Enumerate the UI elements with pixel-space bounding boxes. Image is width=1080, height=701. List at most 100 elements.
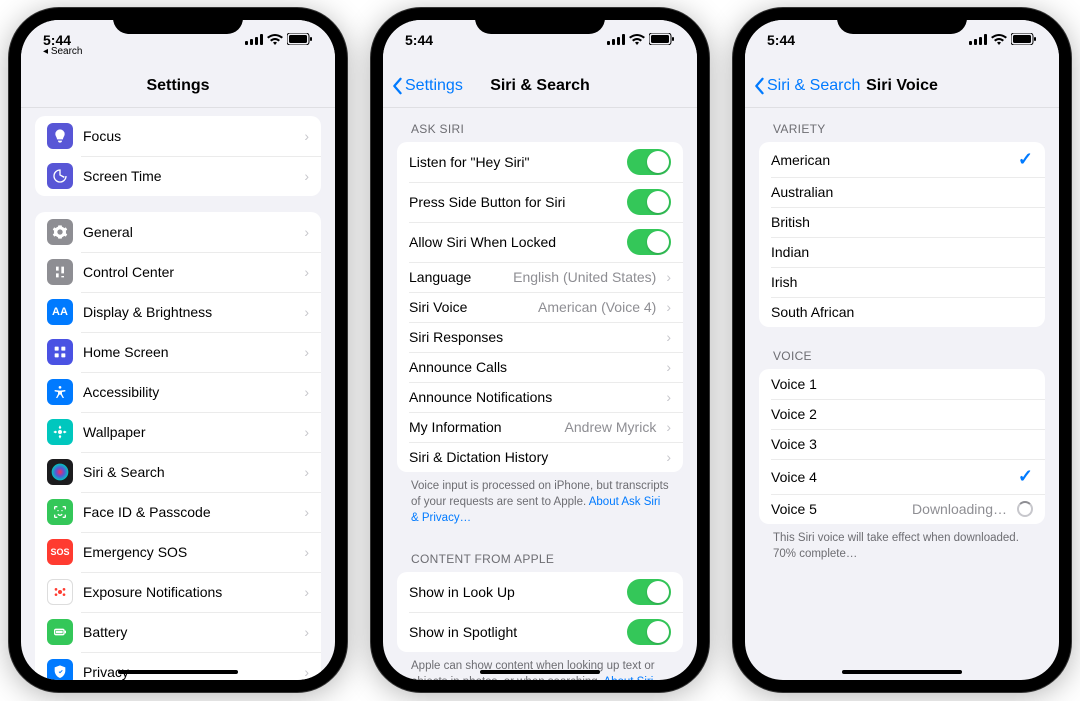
settings-row[interactable]: Siri VoiceAmerican (Voice 4)› (397, 292, 683, 322)
option-row[interactable]: Voice 1 (759, 369, 1045, 399)
chevron-right-icon: › (666, 449, 671, 465)
home-indicator[interactable] (480, 670, 600, 674)
chevron-right-icon: › (666, 359, 671, 375)
settings-row[interactable]: My InformationAndrew Myrick› (397, 412, 683, 442)
option-row[interactable]: South African (759, 297, 1045, 327)
settings-row[interactable]: Show in Spotlight (397, 612, 683, 652)
cell-signal-icon (969, 32, 987, 48)
row-label: Display & Brightness (83, 304, 294, 320)
settings-row[interactable]: Announce Calls › (397, 352, 683, 382)
row-label: Wallpaper (83, 424, 294, 440)
siri-search-list[interactable]: ASK SIRI Listen for "Hey Siri" Press Side … (383, 108, 697, 680)
settings-row[interactable]: SOSEmergency SOS› (35, 532, 321, 572)
section-header: VOICE (759, 343, 1045, 369)
status-icons (969, 32, 1037, 48)
row-label: Screen Time (83, 168, 294, 184)
settings-row[interactable]: General› (35, 212, 321, 252)
settings-row[interactable]: Announce Notifications› (397, 382, 683, 412)
toggle-switch[interactable] (627, 189, 671, 215)
settings-row[interactable]: Privacy› (35, 652, 321, 680)
settings-row[interactable]: Siri & Search› (35, 452, 321, 492)
row-label: My Information (409, 419, 555, 435)
settings-row[interactable]: AADisplay & Brightness› (35, 292, 321, 332)
toggle-switch[interactable] (627, 149, 671, 175)
section-header: VARIETY (759, 116, 1045, 142)
option-row[interactable]: Voice 5Downloading… (759, 494, 1045, 524)
row-label: General (83, 224, 294, 240)
chevron-right-icon: › (304, 344, 309, 360)
settings-row[interactable]: Wallpaper› (35, 412, 321, 452)
status-breadcrumb-search[interactable]: ◂ Search (43, 46, 83, 57)
option-row[interactable]: Australian (759, 177, 1045, 207)
row-label: Announce Calls (409, 359, 656, 375)
row-label: American (771, 152, 1008, 168)
home-indicator[interactable] (118, 670, 238, 674)
siri-voice-list[interactable]: VARIETYAmerican✓AustralianBritishIndianI… (745, 108, 1059, 680)
sos-icon: SOS (47, 539, 73, 565)
settings-row[interactable]: Allow Siri When Locked (397, 222, 683, 262)
row-label: Australian (771, 184, 1033, 200)
row-label: Accessibility (83, 384, 294, 400)
option-row[interactable]: Voice 4✓ (759, 459, 1045, 494)
option-row[interactable]: Voice 3 (759, 429, 1045, 459)
section-footer: This Siri voice will take effect when do… (759, 524, 1045, 566)
downloading-label: Downloading… (912, 501, 1007, 517)
back-button[interactable]: Settings (391, 64, 463, 107)
option-row[interactable]: British (759, 207, 1045, 237)
settings-row[interactable]: Screen Time› (35, 156, 321, 196)
battery-icon (47, 619, 73, 645)
settings-row[interactable]: Listen for "Hey Siri" (397, 142, 683, 182)
section-footer: Apple can show content when looking up t… (397, 652, 683, 680)
toggle-switch[interactable] (627, 579, 671, 605)
settings-row[interactable]: Show in Look Up (397, 572, 683, 612)
back-label: Settings (405, 77, 463, 95)
settings-row[interactable]: Control Center› (35, 252, 321, 292)
chevron-right-icon: › (304, 544, 309, 560)
checkmark-icon: ✓ (1018, 466, 1033, 487)
option-row[interactable]: Voice 2 (759, 399, 1045, 429)
settings-row[interactable]: Focus› (35, 116, 321, 156)
row-label: Home Screen (83, 344, 294, 360)
footer-link[interactable]: About Siri Suggestions, Search & Privacy… (411, 676, 653, 680)
back-button[interactable]: Siri & Search (753, 64, 860, 107)
notch (113, 8, 243, 34)
toggle-switch[interactable] (627, 619, 671, 645)
screen: 5:44 Settings Siri & Search ASK SIRIList… (383, 20, 697, 680)
option-row[interactable]: Indian (759, 237, 1045, 267)
chevron-right-icon: › (304, 304, 309, 320)
wifi-icon (267, 32, 283, 48)
home-indicator[interactable] (842, 670, 962, 674)
phone-mock-siri-voice: 5:44 Siri & Search Siri Voice VARIETYAme… (733, 8, 1071, 692)
option-row[interactable]: Irish (759, 267, 1045, 297)
back-label: Siri & Search (767, 77, 860, 95)
wifi-icon (991, 32, 1007, 48)
section-header: ASK SIRI (397, 116, 683, 142)
settings-row[interactable]: Battery› (35, 612, 321, 652)
row-label: Siri & Search (83, 464, 294, 480)
settings-row[interactable]: Home Screen › (35, 332, 321, 372)
settings-row[interactable]: Face ID & Passcode› (35, 492, 321, 532)
chevron-right-icon: › (666, 419, 671, 435)
settings-row[interactable]: LanguageEnglish (United States)› (397, 262, 683, 292)
option-row[interactable]: American✓ (759, 142, 1045, 177)
row-label: Focus (83, 128, 294, 144)
chevron-right-icon: › (666, 329, 671, 345)
settings-row[interactable]: Exposure Notifications› (35, 572, 321, 612)
row-value: English (United States) (513, 269, 656, 285)
settings-row[interactable]: Press Side Button for Siri (397, 182, 683, 222)
settings-row[interactable]: Siri Responses› (397, 322, 683, 352)
row-value: American (Voice 4) (538, 299, 656, 315)
row-label: Show in Spotlight (409, 624, 617, 640)
page-title: Siri & Search (490, 77, 590, 95)
settings-list[interactable]: Focus›Screen Time›General›Control Center… (21, 108, 335, 680)
accessibility-icon (47, 379, 73, 405)
row-label: British (771, 214, 1033, 230)
settings-row[interactable]: Siri & Dictation History› (397, 442, 683, 472)
row-label: Listen for "Hey Siri" (409, 154, 617, 170)
footer-link[interactable]: About Ask Siri & Privacy… (411, 496, 660, 524)
row-label: Control Center (83, 264, 294, 280)
settings-row[interactable]: Accessibility› (35, 372, 321, 412)
toggle-switch[interactable] (627, 229, 671, 255)
page-title: Settings (146, 77, 209, 95)
row-label: Irish (771, 274, 1033, 290)
